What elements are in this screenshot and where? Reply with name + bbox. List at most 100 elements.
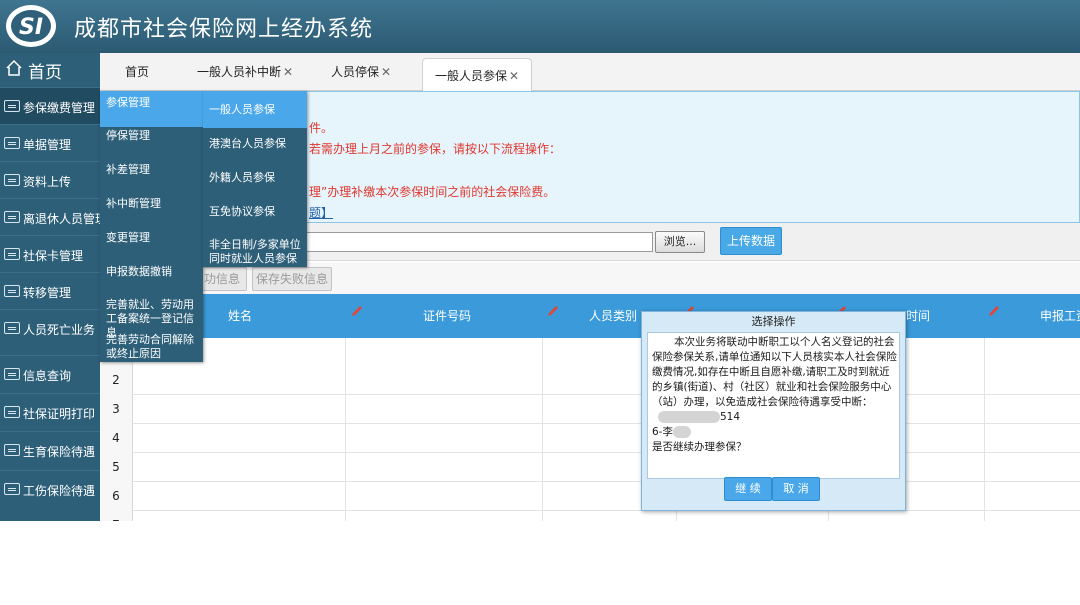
column-divider: [345, 338, 346, 521]
app-window: SI 成都市社会保险网上经办系统 首页 参保缴费管理 单据管理 资料上传 离退休…: [0, 0, 1080, 521]
sidebar-item-upload[interactable]: 资料上传: [0, 161, 100, 198]
menu-item-general-enrollment[interactable]: 一般人员参保: [203, 91, 307, 128]
sidebar-item-death[interactable]: 人员死亡业务: [0, 309, 100, 346]
tab-supplement-interruption[interactable]: 一般人员补中断 ✕: [197, 63, 293, 91]
close-icon[interactable]: ✕: [283, 65, 293, 79]
column-header-id: 证件号码: [423, 309, 472, 323]
redacted-name: [672, 426, 691, 438]
table-row[interactable]: 4: [100, 424, 1080, 453]
search-icon: [4, 368, 20, 380]
sidebar-item-card[interactable]: 社保卡管理: [0, 235, 100, 272]
menu-item-contract-termination[interactable]: 完善劳动合同解除或终止原因: [100, 333, 203, 361]
sidebar-item-label: 单据管理: [23, 138, 72, 152]
sidebar-item-label: 资料上传: [23, 175, 72, 189]
table-row[interactable]: 5: [100, 453, 1080, 482]
sidebar-item-label: 转移管理: [23, 286, 72, 300]
table-row[interactable]: 3: [100, 395, 1080, 424]
edit-icon[interactable]: [987, 304, 1001, 318]
sidebar-item-injury[interactable]: 工伤保险待遇: [0, 470, 100, 507]
edit-icon[interactable]: [546, 304, 560, 318]
sidebar-item-label: 工伤保险待遇: [23, 484, 96, 498]
close-icon[interactable]: ✕: [381, 65, 391, 79]
sidebar-item-transfer[interactable]: 转移管理: [0, 272, 100, 309]
table-row[interactable]: [100, 338, 1080, 367]
tab-stop-insurance[interactable]: 人员停保 ✕: [331, 63, 391, 91]
tab-general-enrollment[interactable]: 一般人员参保 ✕: [422, 58, 533, 92]
column-header-name: 姓名: [228, 309, 253, 323]
transfer-icon: [4, 285, 20, 297]
fail-info-button[interactable]: 保存失败信息: [252, 267, 332, 291]
menu-item-enrollment[interactable]: 参保管理: [100, 91, 203, 127]
menu-item-hk-macau-taiwan[interactable]: 港澳台人员参保: [203, 137, 307, 151]
sidebar-item-contribution[interactable]: 参保缴费管理: [0, 87, 100, 124]
browse-button[interactable]: 浏览...: [655, 231, 705, 253]
tab-label: 人员停保: [331, 65, 380, 79]
cancel-button[interactable]: 取 消: [772, 477, 820, 501]
row-number: 2: [100, 366, 133, 395]
sidebar-item-label: 参保缴费管理: [23, 101, 96, 115]
print-icon: [4, 406, 20, 418]
menu-item-foreigner[interactable]: 外籍人员参保: [203, 171, 307, 185]
edit-icon[interactable]: [350, 304, 364, 318]
menu-item-part-time[interactable]: 非全日制/多家单位同时就业人员参保: [203, 238, 307, 266]
home-icon: [6, 59, 22, 76]
dialog-body: 本次业务将联动中断职工以个人名义登记的社会保险参保关系,请单位通知以下人员核实本…: [647, 332, 900, 479]
list-icon: [4, 100, 20, 112]
sidebar: 首页 参保缴费管理 单据管理 资料上传 离退休人员管理 社保卡管理 转移管理 人…: [0, 53, 107, 521]
tab-home[interactable]: 首页: [125, 63, 149, 91]
menu-item-change[interactable]: 变更管理: [100, 231, 203, 245]
tab-label: 一般人员补中断: [197, 65, 282, 79]
sidebar-item-label: 社保证明打印: [23, 407, 96, 421]
column-divider: [984, 338, 985, 521]
svg-text:SI: SI: [19, 15, 43, 40]
menu-item-mutual-exemption[interactable]: 互免协议参保: [203, 205, 307, 219]
table-row[interactable]: 7: [100, 511, 1080, 521]
sidebar-item-documents[interactable]: 单据管理: [0, 124, 100, 161]
dialog-message: 本次业务将联动中断职工以个人名义登记的社会保险参保关系,请单位通知以下人员核实本…: [652, 335, 897, 455]
notice-line: 理”办理补缴本次参保时间之前的社会保险费。: [309, 185, 556, 199]
submenu-contribution: 参保管理 停保管理 补差管理 补中断管理 变更管理 申报数据撤销 完善就业、劳动…: [100, 91, 203, 362]
continue-button[interactable]: 继 续: [724, 477, 772, 501]
social-security-logo: SI: [6, 5, 56, 47]
sidebar-item-label: 离退休人员管理: [23, 212, 108, 226]
sidebar-item-certificate[interactable]: 社保证明打印: [0, 393, 100, 430]
close-icon[interactable]: ✕: [509, 69, 519, 83]
menu-item-difference[interactable]: 补差管理: [100, 163, 203, 177]
file-path-input[interactable]: [305, 232, 653, 252]
sidebar-home[interactable]: 首页: [0, 53, 100, 87]
confirm-dialog: 选择操作 本次业务将联动中断职工以个人名义登记的社会保险参保关系,请单位通知以下…: [641, 311, 906, 511]
tab-bar: 首页 一般人员补中断 ✕ 人员停保 ✕ 一般人员参保 ✕: [100, 53, 1080, 92]
column-header-time: 时间: [906, 309, 931, 323]
success-info-button[interactable]: 功信息: [197, 267, 247, 291]
submenu-enrollment: 一般人员参保 港澳台人员参保 外籍人员参保 互免协议参保 非全日制/多家单位同时…: [203, 91, 307, 267]
sidebar-item-maternity[interactable]: 生育保险待遇: [0, 431, 100, 468]
sidebar-item-label: 社保卡管理: [23, 249, 84, 263]
document-icon: [4, 137, 20, 149]
sidebar-item-retirees[interactable]: 离退休人员管理: [0, 198, 107, 235]
upload-icon: [4, 174, 20, 186]
dialog-id-prefix: 6-李: [652, 426, 673, 438]
sidebar-item-label: 人员死亡业务: [23, 323, 96, 337]
person-icon: [4, 322, 20, 334]
table-row[interactable]: 2: [100, 366, 1080, 395]
document-icon: [4, 444, 20, 456]
menu-item-stop[interactable]: 停保管理: [100, 129, 203, 143]
dialog-id-suffix: 514: [720, 411, 741, 423]
dialog-question: 是否继续办理参保？: [652, 441, 747, 453]
notice-link[interactable]: 题】: [309, 204, 333, 221]
table-row[interactable]: 6: [100, 482, 1080, 511]
table-header: 姓名 证件号码 人员类别 时间 申报工资: [100, 294, 1080, 338]
row-number: 7: [100, 511, 133, 521]
upload-data-button[interactable]: 上传数据: [720, 227, 782, 255]
tab-label: 首页: [125, 65, 150, 79]
menu-item-revoke[interactable]: 申报数据撤销: [100, 265, 203, 279]
menu-item-supplement[interactable]: 补中断管理: [100, 197, 203, 211]
sidebar-item-query[interactable]: 信息查询: [0, 355, 100, 392]
app-header: SI 成都市社会保险网上经办系统: [0, 0, 1080, 53]
print-icon: [4, 483, 20, 495]
notice-line: 件。: [309, 121, 334, 135]
dialog-title: 选择操作: [751, 315, 796, 328]
column-divider: [542, 338, 543, 521]
tab-label: 一般人员参保: [435, 69, 508, 83]
redacted-id: [658, 411, 720, 423]
